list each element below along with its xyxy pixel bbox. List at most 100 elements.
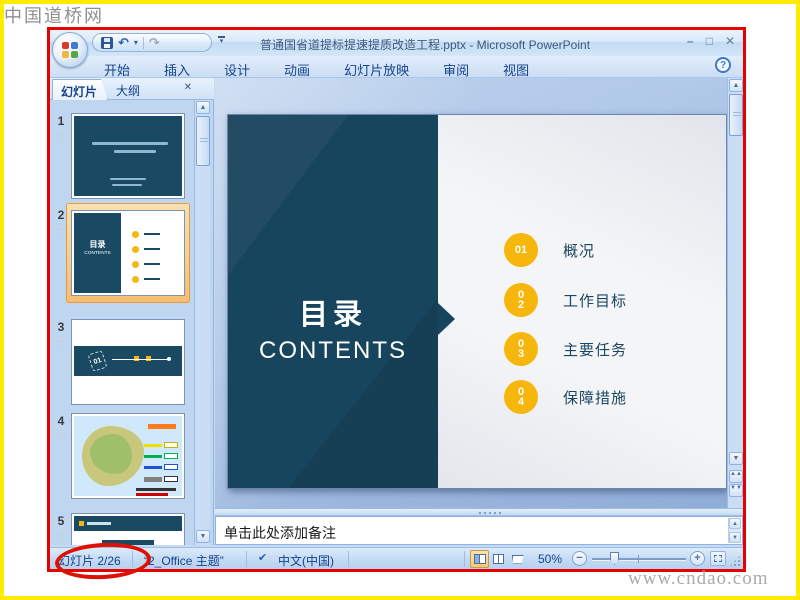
statusbar-separator xyxy=(464,551,465,567)
ribbon-tab-row: 开始 插入 设计 动画 幻灯片放映 审阅 视图 xyxy=(50,56,743,78)
thumb4-legend-box xyxy=(164,453,178,459)
next-slide-button[interactable]: ▼▼ xyxy=(729,484,743,497)
office-logo-icon xyxy=(62,42,78,58)
toc-label: 概况 xyxy=(563,242,596,260)
content-area: 幻灯片 大纲 ✕ 1 ☆ 2 ☆ 目录 CONTENTS 3 ☆ 01 4 ☆ … xyxy=(50,78,743,545)
status-bar: 幻灯片 2/26 “2_Office 主题” ✔ 中文(中国) 50% − + xyxy=(50,547,743,569)
animation-star-icon: ☆ xyxy=(55,528,67,542)
toc-number: 02 xyxy=(517,289,525,311)
theme-name[interactable]: “2_Office 主题” xyxy=(144,552,224,569)
thumb4-legend-box xyxy=(164,464,178,470)
zoom-slider-track[interactable] xyxy=(592,558,686,560)
slide-1-number: 1 xyxy=(57,114,65,128)
pane-tabs: 幻灯片 大纲 ✕ xyxy=(50,78,214,100)
scroll-down-icon[interactable]: ▼ xyxy=(196,530,210,543)
pane-scrollbar[interactable]: ▲ ▼ xyxy=(194,100,210,545)
scroll-down-icon[interactable]: ▼ xyxy=(729,532,741,543)
normal-view-button[interactable] xyxy=(470,550,489,568)
thumb4-legend-box xyxy=(164,476,178,482)
thumb3-timeline-dot xyxy=(167,357,171,361)
thumb2-title-en: CONTENTS xyxy=(84,250,111,256)
notes-pane[interactable]: 单击此处添加备注 ▲ ▼ xyxy=(215,516,743,545)
thumb2-item-dash xyxy=(144,233,160,235)
slide-5-thumbnail[interactable] xyxy=(71,513,185,545)
save-icon[interactable] xyxy=(101,36,113,49)
slide-title-block[interactable]: 目录 CONTENTS xyxy=(228,291,438,365)
slide-3-thumbnail[interactable]: 01 xyxy=(71,319,185,405)
slide-4-thumbnail[interactable] xyxy=(71,413,185,499)
toc-item-2[interactable]: 02 工作目标 xyxy=(504,283,627,317)
quick-access-toolbar: ↶ ▾ ↷ xyxy=(92,33,212,52)
pane-scrollbar-thumb[interactable] xyxy=(196,116,210,166)
window-title: 普通国省道提标提速提质改造工程.pptx - Microsoft PowerPo… xyxy=(259,38,591,52)
resize-grip[interactable] xyxy=(729,555,741,567)
thumb4-caption-line xyxy=(136,488,176,491)
toc-item-1[interactable]: 01 概况 xyxy=(504,233,595,267)
thumb4-legend-line xyxy=(144,444,162,447)
zoom-in-button[interactable]: + xyxy=(690,551,705,566)
slide-indicator[interactable]: 幻灯片 2/26 xyxy=(58,552,121,569)
thumb3-timeline xyxy=(112,359,168,360)
thumb4-legend-line xyxy=(144,466,162,469)
thumb5-header-marker xyxy=(79,521,84,526)
minimize-button[interactable]: – xyxy=(687,34,694,48)
notes-placeholder[interactable]: 单击此处添加备注 xyxy=(224,523,336,543)
undo-dropdown-icon[interactable]: ▾ xyxy=(134,38,138,47)
thumb1-subtitle-line xyxy=(110,178,146,180)
slide-2-selection: 目录 CONTENTS xyxy=(66,203,190,303)
maximize-button[interactable]: □ xyxy=(706,34,713,48)
scroll-down-icon[interactable]: ▼ xyxy=(729,452,743,465)
thumb2-item-dash xyxy=(144,263,160,265)
pane-close-icon[interactable]: ✕ xyxy=(184,82,192,93)
slide-canvas[interactable]: 目录 CONTENTS 01 概况 02 工作目标 03 主要任务 04 保障措… xyxy=(227,114,727,489)
animation-star-icon: ☆ xyxy=(55,428,67,442)
tab-outline[interactable]: 大纲 xyxy=(108,79,160,100)
close-button[interactable]: ✕ xyxy=(725,34,735,48)
slide-2-thumbnail[interactable]: 目录 CONTENTS xyxy=(71,210,185,296)
tab-slides-thumbnails[interactable]: 幻灯片 xyxy=(52,79,108,100)
zoom-slider-thumb[interactable] xyxy=(610,552,619,565)
toc-number-badge: 02 xyxy=(504,283,538,317)
thumb4-caption-line xyxy=(136,493,168,496)
previous-slide-button[interactable]: ▲▲ xyxy=(729,470,743,483)
thumbnail-list: 1 ☆ 2 ☆ 目录 CONTENTS 3 ☆ 01 4 ☆ 5 ☆ xyxy=(50,100,214,545)
scroll-up-icon[interactable]: ▲ xyxy=(196,101,210,114)
redo-icon[interactable]: ↷ xyxy=(149,36,160,49)
thumb5-header-title-line xyxy=(87,522,111,525)
thumb4-legend-box xyxy=(164,442,178,448)
thumb4-map-title xyxy=(148,424,176,429)
help-button[interactable]: ? xyxy=(715,57,731,73)
fit-to-window-button[interactable] xyxy=(710,551,726,566)
language-indicator[interactable]: 中文(中国) xyxy=(278,552,334,569)
thumb2-item-dash xyxy=(144,278,160,280)
slide-editor: 目录 CONTENTS 01 概况 02 工作目标 03 主要任务 04 保障措… xyxy=(215,78,743,508)
fit-to-window-icon xyxy=(714,555,722,562)
watermark-top-left: 中国道桥网 xyxy=(4,6,104,26)
main-scrollbar[interactable]: ▲ ▼ ▲▲ ▼▼ xyxy=(727,78,743,508)
chevron-right-icon xyxy=(438,303,455,335)
undo-icon[interactable]: ↶ xyxy=(118,36,129,49)
zoom-level[interactable]: 50% xyxy=(538,552,562,566)
toc-number: 03 xyxy=(517,338,525,360)
thumb5-header-bar xyxy=(74,516,182,531)
scroll-up-icon[interactable]: ▲ xyxy=(729,518,741,529)
notes-scrollbar[interactable]: ▲ ▼ xyxy=(728,518,741,543)
slide-sorter-button[interactable] xyxy=(489,550,508,568)
office-button[interactable] xyxy=(52,32,88,68)
toc-number-badge: 03 xyxy=(504,332,538,366)
toc-item-3[interactable]: 03 主要任务 xyxy=(504,332,627,366)
zoom-out-button[interactable]: − xyxy=(572,551,587,566)
thumb1-title-line xyxy=(114,150,156,153)
thumb2-item-dot xyxy=(132,231,139,238)
scroll-up-icon[interactable]: ▲ xyxy=(729,79,743,92)
statusbar-separator xyxy=(132,551,133,567)
thumb2-item-dot xyxy=(132,246,139,253)
slideshow-button[interactable] xyxy=(508,550,527,568)
notes-splitter[interactable] xyxy=(215,508,743,516)
main-scrollbar-thumb[interactable] xyxy=(729,94,743,136)
toc-item-4[interactable]: 04 保障措施 xyxy=(504,380,627,414)
statusbar-separator xyxy=(246,551,247,567)
slide-1-thumbnail[interactable] xyxy=(71,113,185,199)
powerpoint-window: ↶ ▾ ↷ ▾ 普通国省道提标提速提质改造工程.pptx - Microsoft… xyxy=(47,27,746,572)
spellcheck-icon[interactable]: ✔ xyxy=(258,551,267,564)
